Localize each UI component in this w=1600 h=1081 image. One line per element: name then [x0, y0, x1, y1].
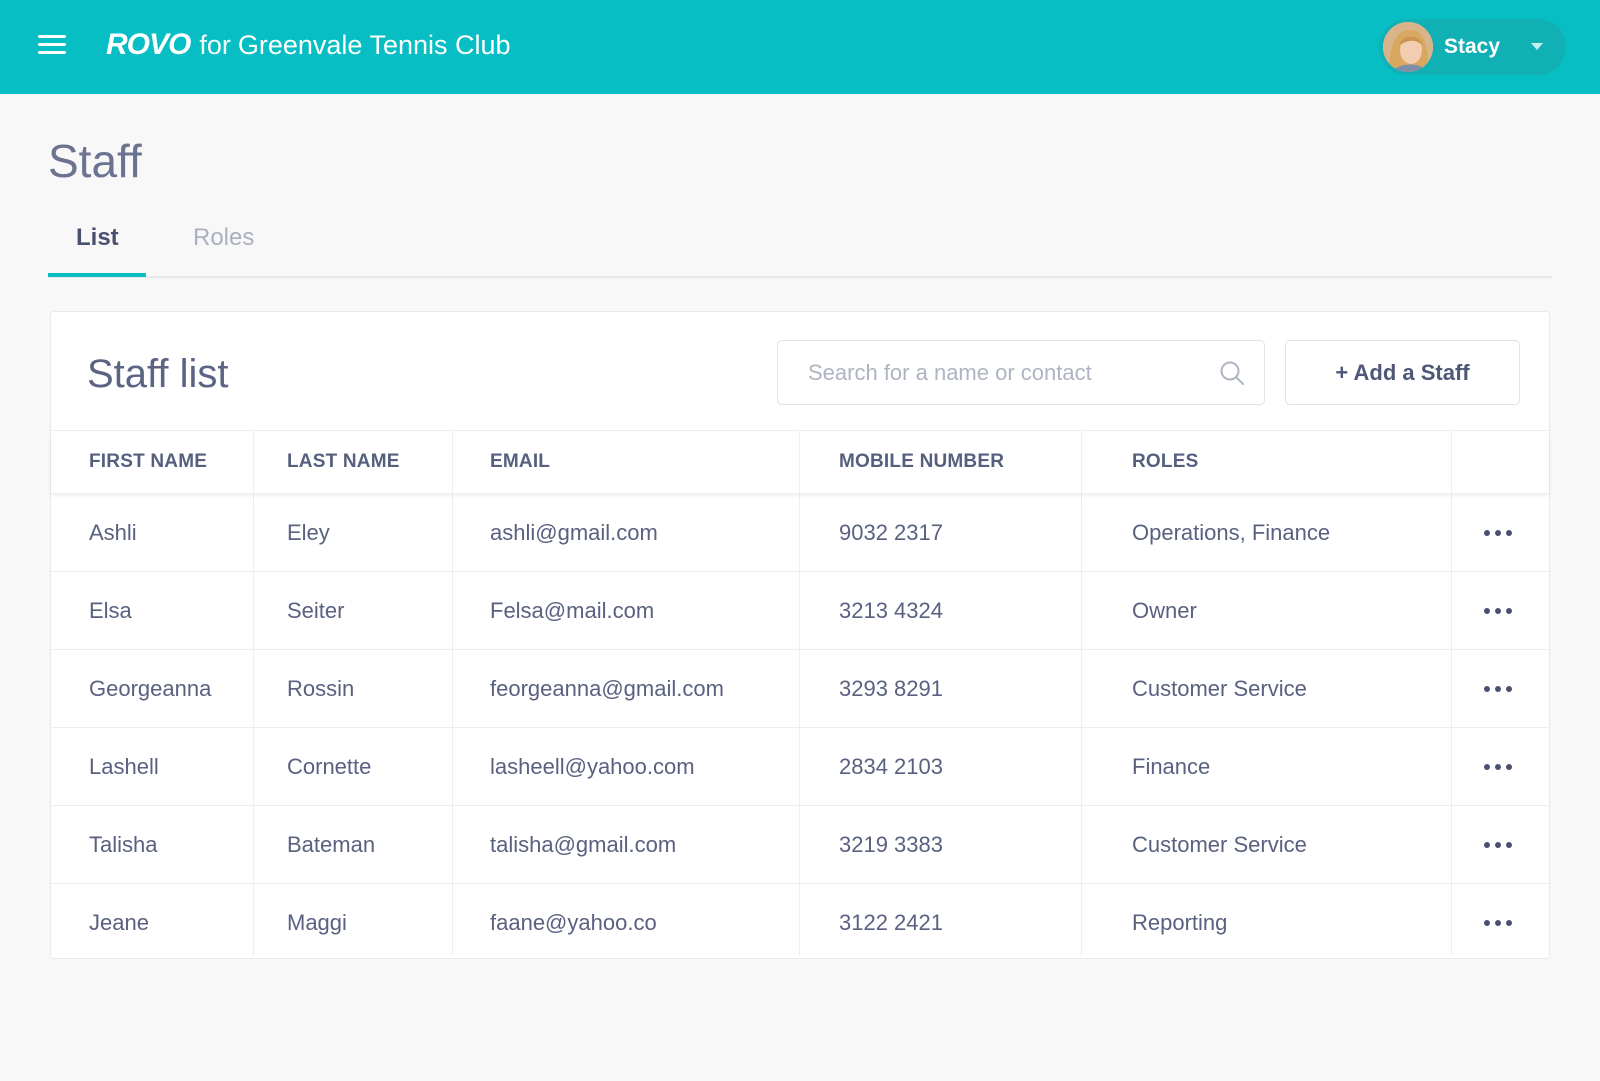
page-title: Staff: [48, 135, 142, 187]
cell-email: feorgeanna@gmail.com: [490, 676, 724, 701]
cell-roles: Customer Service: [1132, 832, 1307, 857]
table-row[interactable]: Lashell Cornette lasheell@yahoo.com 2834…: [51, 727, 1549, 805]
cell-first-name: Elsa: [89, 598, 132, 623]
cell-first-name: Jeane: [89, 910, 149, 935]
cell-last-name: Maggi: [287, 910, 347, 935]
more-horizontal-icon[interactable]: [1478, 884, 1518, 962]
column-header-email[interactable]: EMAIL: [490, 431, 550, 493]
cell-roles: Customer Service: [1132, 676, 1307, 701]
tab-bar: List Roles: [48, 218, 1552, 278]
cell-first-name: Talisha: [89, 832, 158, 857]
cell-email: faane@yahoo.co: [490, 910, 657, 935]
column-header-roles[interactable]: ROLES: [1132, 431, 1198, 493]
staff-table: FIRST NAME LAST NAME EMAIL MOBILE NUMBER…: [51, 430, 1549, 961]
search-icon[interactable]: [1218, 359, 1246, 387]
more-horizontal-icon[interactable]: [1478, 806, 1518, 884]
cell-email: ashli@gmail.com: [490, 520, 658, 545]
cell-email: lasheell@yahoo.com: [490, 754, 695, 779]
search-box: [777, 340, 1265, 405]
tab-roles[interactable]: Roles: [193, 224, 254, 252]
cell-first-name: Lashell: [89, 754, 159, 779]
add-staff-button[interactable]: + Add a Staff: [1285, 340, 1520, 405]
cell-first-name: Ashli: [89, 520, 137, 545]
table-row[interactable]: Jeane Maggi faane@yahoo.co 3122 2421 Rep…: [51, 883, 1549, 961]
club-name: Greenvale Tennis Club: [237, 30, 511, 60]
column-header-first-name[interactable]: FIRST NAME: [89, 431, 207, 493]
search-input[interactable]: [808, 359, 1208, 387]
more-horizontal-icon[interactable]: [1478, 572, 1518, 650]
table-row[interactable]: Georgeanna Rossin feorgeanna@gmail.com 3…: [51, 649, 1549, 727]
chevron-down-icon: [1531, 43, 1543, 50]
brand[interactable]: ROVO for Greenvale Tennis Club: [106, 28, 511, 64]
cell-roles: Owner: [1132, 598, 1197, 623]
cell-last-name: Eley: [287, 520, 330, 545]
cell-first-name: Georgeanna: [89, 676, 212, 701]
more-horizontal-icon[interactable]: [1478, 728, 1518, 806]
cell-mobile: 3219 3383: [839, 832, 943, 857]
more-horizontal-icon[interactable]: [1478, 494, 1518, 572]
table-row[interactable]: Elsa Seiter Felsa@mail.com 3213 4324 Own…: [51, 571, 1549, 649]
table-header: FIRST NAME LAST NAME EMAIL MOBILE NUMBER…: [51, 430, 1549, 493]
cell-mobile: 2834 2103: [839, 754, 943, 779]
table-row[interactable]: Ashli Eley ashli@gmail.com 9032 2317 Ope…: [51, 493, 1549, 571]
more-horizontal-icon[interactable]: [1478, 650, 1518, 728]
avatar: [1383, 22, 1433, 72]
cell-roles: Operations, Finance: [1132, 520, 1331, 545]
cell-last-name: Cornette: [287, 754, 372, 779]
top-bar: ROVO for Greenvale Tennis Club Stacy: [0, 0, 1600, 94]
cell-last-name: Rossin: [287, 676, 355, 701]
cell-last-name: Seiter: [287, 598, 345, 623]
hamburger-menu-icon[interactable]: [38, 33, 66, 55]
table-row[interactable]: Talisha Bateman talisha@gmail.com 3219 3…: [51, 805, 1549, 883]
active-tab-indicator: [48, 273, 146, 277]
column-header-mobile[interactable]: MOBILE NUMBER: [839, 431, 1004, 493]
cell-mobile: 3293 8291: [839, 676, 943, 701]
column-header-last-name[interactable]: LAST NAME: [287, 431, 400, 493]
brand-for: for: [199, 30, 231, 60]
cell-email: Felsa@mail.com: [490, 598, 655, 623]
tab-list[interactable]: List: [76, 224, 119, 252]
cell-last-name: Bateman: [287, 832, 376, 857]
cell-mobile: 3122 2421: [839, 910, 943, 935]
cell-mobile: 9032 2317: [839, 520, 943, 545]
user-name: Stacy: [1444, 35, 1501, 58]
card-title: Staff list: [87, 352, 229, 396]
staff-list-card: Staff list + Add a Staff FIRST NAME LAST…: [50, 311, 1550, 959]
cell-mobile: 3213 4324: [839, 598, 943, 623]
user-menu[interactable]: Stacy: [1379, 19, 1566, 75]
brand-logo: ROVO: [106, 28, 191, 61]
cell-roles: Finance: [1132, 754, 1211, 779]
cell-roles: Reporting: [1132, 910, 1228, 935]
cell-email: talisha@gmail.com: [490, 832, 677, 857]
